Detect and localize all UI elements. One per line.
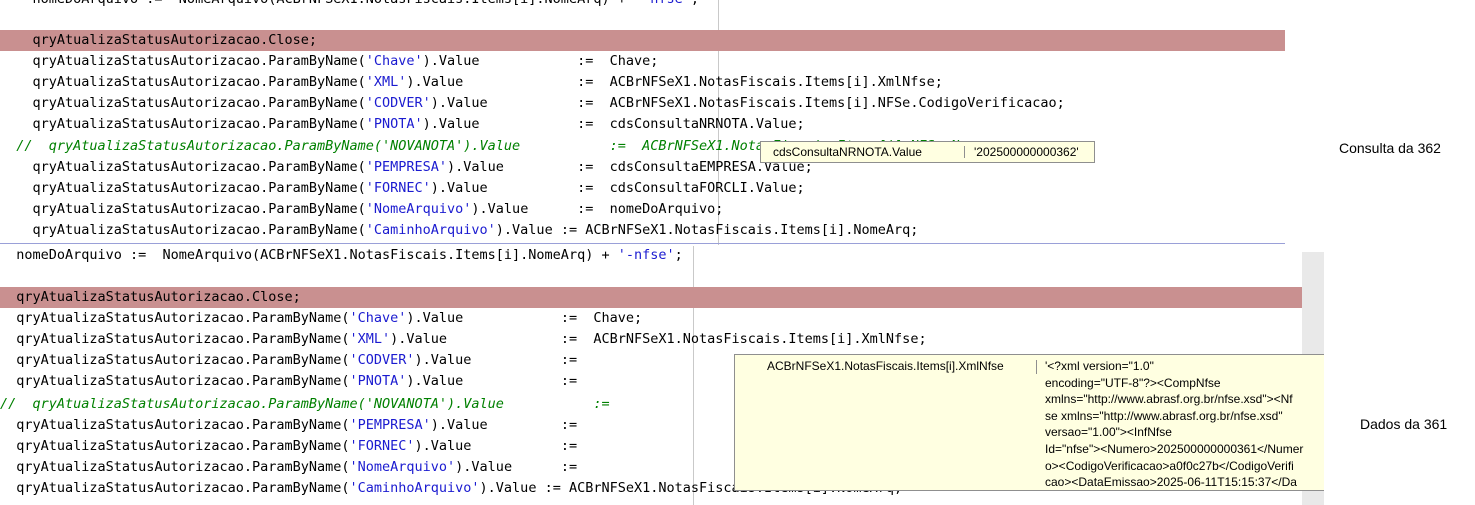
code-token: qryAtualizaStatusAutorizacao.ParamByName… — [0, 180, 366, 196]
code-token: nomeDoArquivo := NomeArquivo(ACBrNFSeX1.… — [0, 0, 634, 7]
code-token: ).Value := — [430, 417, 578, 433]
code-line[interactable]: qryAtualizaStatusAutorizacao.ParamByName… — [0, 329, 1302, 350]
tooltip-separator — [1036, 360, 1037, 374]
tooltip-value: '<?xml version="1.0" encoding="UTF-8"?><… — [1045, 359, 1304, 490]
code-token: ).Value := — [414, 438, 578, 454]
code-line[interactable]: qryAtualizaStatusAutorizacao.ParamByName… — [0, 178, 1285, 199]
code-string-token: 'CODVER' — [349, 352, 415, 368]
code-token: ).Value := — [406, 373, 578, 389]
code-token: qryAtualizaStatusAutorizacao.ParamByName… — [0, 310, 350, 326]
code-string-token: 'PEMPRESA' — [365, 159, 448, 175]
code-token: ).Value := nomeDoArquivo; — [471, 201, 724, 217]
code-token: qryAtualizaStatusAutorizacao.ParamByName… — [0, 331, 350, 347]
code-token: ).Value := ACBrNFSeX1.NotasFiscais.Items… — [406, 74, 943, 90]
annotation-dados-361: Dados da 361 — [1360, 416, 1448, 432]
code-line-highlighted[interactable]: qryAtualizaStatusAutorizacao.Close; — [0, 30, 1285, 51]
code-string-token: 'PNOTA' — [349, 373, 407, 389]
code-token: ).Value := ACBrNFSeX1.NotasFiscais.Items… — [390, 331, 927, 347]
code-token: qryAtualizaStatusAutorizacao.ParamByName… — [0, 480, 350, 496]
code-line[interactable]: qryAtualizaStatusAutorizacao.ParamByName… — [0, 51, 1285, 72]
screenshot: { "top_editor": { "lines": [ [{"t":" nom… — [0, 0, 1475, 505]
code-token: ; — [674, 247, 683, 263]
code-token: ).Value := cdsConsultaFORCLI.Value; — [430, 180, 805, 196]
code-string-token: 'XML' — [349, 331, 391, 347]
code-token: qryAtualizaStatusAutorizacao.ParamByName… — [0, 222, 366, 238]
code-string-token: 'PNOTA' — [365, 116, 423, 132]
code-string-token: 'FORNEC' — [365, 180, 431, 196]
code-line[interactable]: qryAtualizaStatusAutorizacao.ParamByName… — [0, 72, 1285, 93]
code-line[interactable] — [0, 8, 1285, 29]
code-token: qryAtualizaStatusAutorizacao.ParamByName… — [0, 95, 366, 111]
code-line[interactable] — [0, 266, 1302, 287]
code-token: ).Value := cdsConsultaEMPRESA.Value; — [447, 159, 813, 175]
top-code-editor[interactable]: nomeDoArquivo := NomeArquivo(ACBrNFSeX1.… — [0, 0, 1285, 245]
code-line-highlighted[interactable]: qryAtualizaStatusAutorizacao.Close; — [0, 287, 1302, 308]
code-token: qryAtualizaStatusAutorizacao.ParamByName… — [0, 352, 350, 368]
code-token: ).Value := ACBrNFSeX1.NotasFiscais.Items… — [430, 95, 1065, 111]
code-token: qryAtualizaStatusAutorizacao.ParamByName… — [0, 159, 366, 175]
code-token: ).Value := cdsConsultaNRNOTA.Value; — [422, 116, 805, 132]
tooltip-expression: ACBrNFSeX1.NotasFiscais.Items[i].XmlNfse — [767, 359, 1004, 373]
code-line[interactable]: qryAtualizaStatusAutorizacao.ParamByName… — [0, 308, 1302, 329]
code-string-token: 'FORNEC' — [349, 438, 415, 454]
code-token: qryAtualizaStatusAutorizacao.ParamByName… — [0, 116, 366, 132]
code-string-token: 'CODVER' — [365, 95, 431, 111]
debug-value-tooltip-nrnota[interactable]: cdsConsultaNRNOTA.Value '202500000000362… — [760, 141, 1095, 163]
code-line[interactable]: qryAtualizaStatusAutorizacao.ParamByName… — [0, 114, 1285, 135]
annotation-consulta-362: Consulta da 362 — [1339, 140, 1441, 156]
code-token: ).Value := ACBrNFSeX1.NotasFiscais.Items… — [495, 222, 919, 238]
code-string-token: 'XML' — [365, 74, 407, 90]
code-token: ).Value := — [414, 352, 578, 368]
code-token: qryAtualizaStatusAutorizacao.ParamByName… — [0, 417, 350, 433]
tooltip-expression: cdsConsultaNRNOTA.Value — [773, 145, 922, 159]
code-comment-token: // qryAtualizaStatusAutorizacao.ParamByN… — [0, 396, 610, 412]
code-token: qryAtualizaStatusAutorizacao.ParamByName… — [0, 53, 366, 69]
code-token: ; — [691, 0, 699, 7]
tooltip-value: '202500000000362' — [974, 145, 1079, 159]
code-string-token: 'PEMPRESA' — [349, 417, 431, 433]
code-token: qryAtualizaStatusAutorizacao.Close; — [0, 32, 317, 48]
code-token: ).Value := Chave; — [422, 53, 659, 69]
code-token: ).Value := — [455, 459, 578, 475]
code-string-token: 'CaminhoArquivo' — [349, 480, 480, 496]
code-string-token: '-nfse' — [634, 0, 691, 7]
code-token: qryAtualizaStatusAutorizacao.ParamByName… — [0, 201, 366, 217]
code-string-token: '-nfse' — [617, 247, 675, 263]
code-string-token: 'CaminhoArquivo' — [365, 222, 496, 238]
code-string-token: 'Chave' — [365, 53, 423, 69]
code-string-token: 'NomeArquivo' — [365, 201, 472, 217]
code-line[interactable]: qryAtualizaStatusAutorizacao.ParamByName… — [0, 93, 1285, 114]
debug-value-tooltip-xml[interactable]: ACBrNFSeX1.NotasFiscais.Items[i].XmlNfse… — [734, 354, 1324, 491]
code-token: nomeDoArquivo := NomeArquivo(ACBrNFSeX1.… — [0, 247, 618, 263]
code-string-token: 'Chave' — [349, 310, 407, 326]
code-token: qryAtualizaStatusAutorizacao.ParamByName… — [0, 74, 366, 90]
code-token: qryAtualizaStatusAutorizacao.ParamByName… — [0, 373, 350, 389]
code-line[interactable]: nomeDoArquivo := NomeArquivo(ACBrNFSeX1.… — [0, 246, 1302, 266]
code-line[interactable]: qryAtualizaStatusAutorizacao.ParamByName… — [0, 220, 1285, 241]
code-line[interactable]: qryAtualizaStatusAutorizacao.ParamByName… — [0, 199, 1285, 220]
code-token: qryAtualizaStatusAutorizacao.ParamByName… — [0, 459, 350, 475]
code-token: ).Value := Chave; — [406, 310, 643, 326]
code-string-token: 'NomeArquivo' — [349, 459, 456, 475]
code-token: qryAtualizaStatusAutorizacao.ParamByName… — [0, 438, 350, 454]
code-token: qryAtualizaStatusAutorizacao.Close; — [0, 289, 301, 305]
tooltip-separator — [964, 146, 965, 158]
screenshot-divider — [0, 243, 1285, 244]
